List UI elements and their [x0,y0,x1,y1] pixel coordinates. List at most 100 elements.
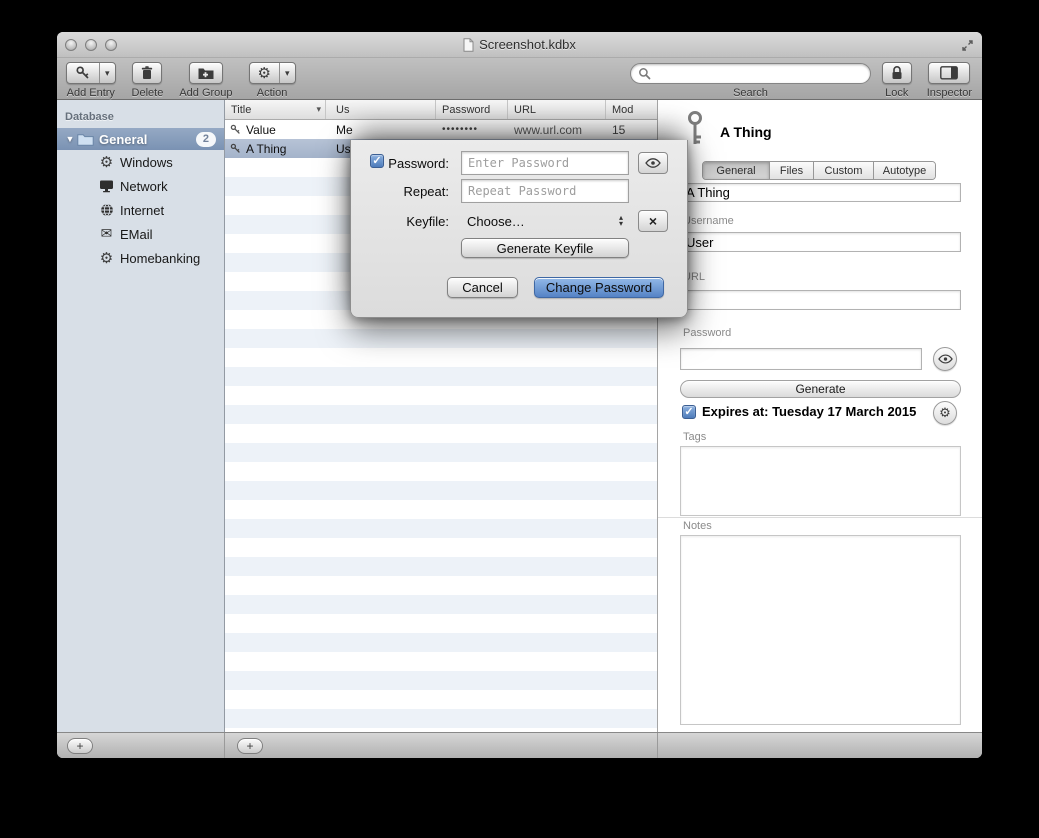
sidebar-item-label: Network [120,179,168,194]
close-window-button[interactable] [65,39,77,51]
notes-label: Notes [683,520,712,532]
column-header-url[interactable]: URL [508,100,606,119]
sidebar-group-general[interactable]: ▼ General 2 [57,128,224,150]
keyfile-popup-value: Choose… [467,214,525,229]
minimize-window-button[interactable] [85,39,97,51]
sidebar-item-network[interactable]: Network [57,174,224,198]
tab-general[interactable]: General [703,162,769,179]
inspector-label: Inspector [927,87,972,99]
title-area: Screenshot.kdbx [57,32,982,57]
generate-password-button[interactable]: Generate [680,380,961,398]
tab-custom[interactable]: Custom [813,162,873,179]
username-field[interactable] [680,232,961,252]
add-entry-bottom-button[interactable]: + [237,738,263,754]
password-label: Password [683,327,731,339]
column-header-title[interactable]: Title ▾ [225,100,326,119]
stepper-icon[interactable]: ▴ ▾ [619,215,623,227]
gear-icon: ⚙ [250,66,279,81]
entry-username: Me [326,123,436,137]
envelope-icon: ✉ [97,227,116,241]
delete-toolbar-item: Delete [132,62,164,99]
keyfile-popup[interactable]: Choose… ▴ ▾ [461,209,629,233]
tags-field[interactable] [680,446,961,516]
document-icon [463,38,474,52]
search-input[interactable] [655,66,863,82]
lock-button[interactable] [882,62,912,84]
action-button[interactable]: ⚙ ▾ [249,62,296,84]
sidebar-group-label: General [99,132,147,147]
show-password-button[interactable] [933,347,957,371]
add-group-bottom-button[interactable]: + [67,738,93,754]
url-field[interactable] [680,290,961,310]
generate-keyfile-button[interactable]: Generate Keyfile [461,238,629,258]
entry-modified: 15 [606,123,657,137]
lock-toolbar-item: Lock [882,62,912,99]
fullscreen-icon[interactable] [961,39,974,52]
toolbar-right-group: Lock Inspector [882,62,972,99]
entry-list-header: Title ▾ Us Password URL Mod [225,100,657,120]
key-icon [230,143,241,154]
stepper-down-icon[interactable]: ▾ [619,221,623,227]
change-password-sheet: ✓ Password: Repeat: Keyfile: Choose… ▴ ▾… [350,140,688,318]
add-group-button[interactable] [189,62,223,84]
folder-icon [77,133,94,146]
sheet-show-password-button[interactable] [638,152,668,174]
sheet-repeat-input[interactable] [461,179,629,203]
sheet-repeat-label: Repeat: [369,184,449,199]
zoom-window-button[interactable] [105,39,117,51]
inspector-panel: A Thing General Files Custom Autotype Us… [658,100,982,732]
toolbar: ▾ Add Entry Delete [57,58,982,100]
disclosure-triangle-icon[interactable]: ▼ [63,134,77,144]
column-header-password[interactable]: Password [436,100,508,119]
search-icon [638,67,651,80]
notes-field[interactable] [680,535,961,725]
title-field[interactable] [680,183,961,202]
delete-label: Delete [132,87,164,99]
expires-row: ✓ Expires at: Tuesday 17 March 2015 [682,404,916,419]
chevron-down-icon[interactable]: ▾ [279,63,295,83]
entry-url: www.url.com [508,123,606,137]
expires-settings-button[interactable]: ⚙ [933,401,957,425]
divider [224,733,225,758]
gear-icon: ⚙ [97,155,116,170]
entry-title: Value [246,123,276,137]
add-entry-label: Add Entry [67,87,115,99]
search-input-wrap [630,63,871,84]
sort-indicator-icon[interactable]: ▾ [316,104,321,115]
sidebar-item-internet[interactable]: Internet [57,198,224,222]
entry-password: •••••••• [436,124,508,135]
titlebar[interactable]: Screenshot.kdbx [57,32,982,58]
change-password-button[interactable]: Change Password [534,277,664,298]
action-toolbar-item: ⚙ ▾ Action [249,62,296,99]
search-area: Search [630,63,871,99]
inspector-button[interactable] [928,62,970,84]
password-field[interactable] [680,348,922,370]
column-header-modified[interactable]: Mod [606,100,657,119]
entry-count-badge: 2 [196,132,216,147]
sheet-keyfile-label: Keyfile: [369,214,449,229]
cancel-button[interactable]: Cancel [447,277,518,298]
action-label: Action [257,87,288,99]
sidebar-item-windows[interactable]: ⚙ Windows [57,150,224,174]
tab-files[interactable]: Files [769,162,813,179]
inspector-panel-icon [940,66,958,80]
add-entry-button[interactable]: ▾ [66,62,116,84]
clear-keyfile-button[interactable]: × [638,210,668,232]
chevron-down-icon[interactable]: ▾ [99,63,115,83]
sidebar-item-label: Internet [120,203,164,218]
inspector-tabs: General Files Custom Autotype [702,161,936,180]
sidebar-item-email[interactable]: ✉ EMail [57,222,224,246]
add-group-toolbar-item: Add Group [179,62,232,99]
divider [658,517,982,518]
app-window: Screenshot.kdbx ▾ Add Entry [57,32,982,758]
sidebar-item-homebanking[interactable]: ⚙ Homebanking [57,246,224,270]
table-row[interactable]: Value Me •••••••• www.url.com 15 [225,120,657,139]
tab-autotype[interactable]: Autotype [873,162,935,179]
sheet-password-input[interactable] [461,151,629,175]
column-header-label: Title [231,104,251,116]
display-icon [97,179,116,193]
column-header-username[interactable]: Us [326,100,436,119]
entry-title: A Thing [246,142,286,156]
delete-button[interactable] [132,62,162,84]
expires-checkbox[interactable]: ✓ [682,405,696,419]
